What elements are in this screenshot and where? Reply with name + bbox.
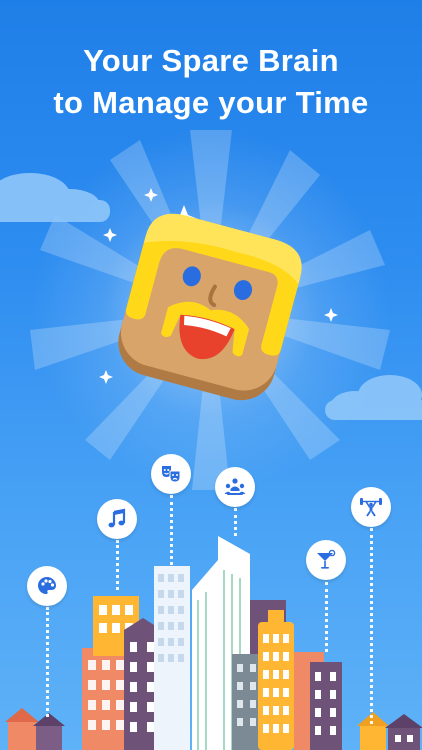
theater-badge bbox=[151, 454, 191, 494]
cocktail-icon bbox=[317, 549, 336, 569]
connector-line bbox=[170, 495, 173, 565]
headline: Your Spare Brain to Manage your Time bbox=[0, 40, 422, 124]
music-note-icon bbox=[108, 508, 126, 528]
weightlifting-icon bbox=[360, 498, 382, 517]
headline-line-1: Your Spare Brain bbox=[83, 43, 339, 78]
connector-line bbox=[234, 508, 237, 536]
music-badge bbox=[97, 499, 137, 539]
connector-line bbox=[116, 540, 119, 590]
connector-line bbox=[325, 582, 328, 652]
palette-icon bbox=[38, 577, 56, 594]
people-badge bbox=[215, 467, 255, 507]
headline-line-2: to Manage your Time bbox=[53, 85, 369, 120]
connector-line bbox=[370, 528, 373, 724]
cocktail-badge bbox=[306, 540, 346, 580]
fitness-badge bbox=[351, 487, 391, 527]
theater-masks-icon bbox=[162, 466, 181, 483]
connector-line bbox=[46, 607, 49, 717]
palette-badge bbox=[27, 566, 67, 606]
people-group-icon bbox=[224, 478, 246, 495]
city-skyline bbox=[5, 536, 422, 750]
